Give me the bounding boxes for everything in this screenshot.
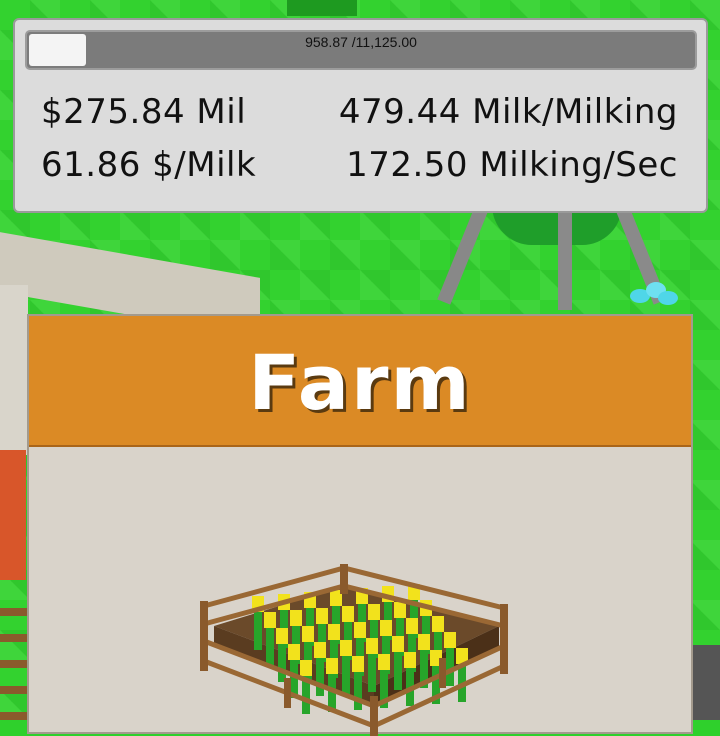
stats-panel: 958.87 /11,125.00 $275.84 Mil 61.86 $/Mi… [13,18,708,213]
progress-bar: 958.87 /11,125.00 [25,30,697,70]
tower-roof [287,0,357,16]
milking-per-sec: 172.50 Milking/Sec [346,145,678,185]
fence [0,590,28,720]
rock [690,645,720,720]
farm-card-title: Farm [248,338,472,427]
tower-leg [558,200,572,310]
farm-card[interactable]: Farm [27,314,693,736]
money-total: $275.84 Mil [41,92,247,132]
progress-text: 958.87 /11,125.00 [305,34,417,50]
crop-field-icon[interactable] [194,546,514,736]
flower-icon [630,282,678,305]
price-per-milk: 61.86 $/Milk [41,145,257,185]
milk-per-milking: 479.44 Milk/Milking [338,92,678,132]
tower-leg [437,197,492,305]
barn-door [0,450,26,580]
farm-card-header: Farm [29,316,691,447]
barn-wall [0,285,28,455]
